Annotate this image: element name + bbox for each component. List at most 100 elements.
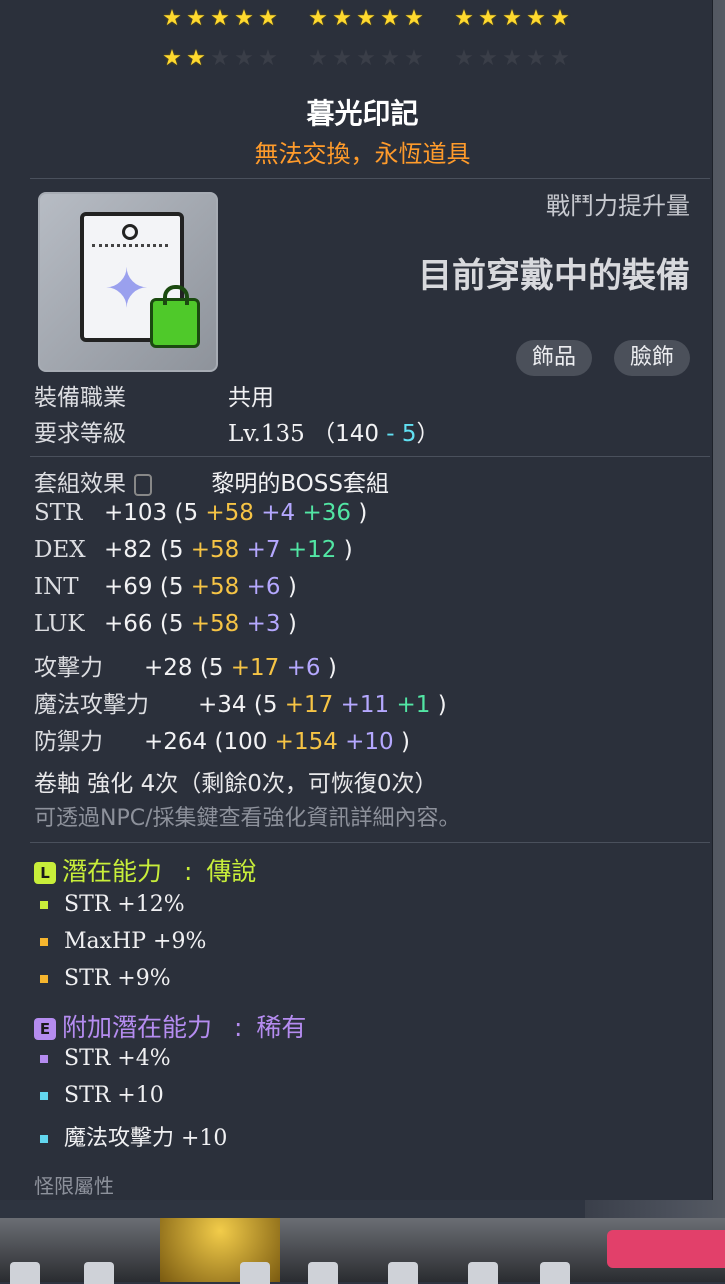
hud-button[interactable] [10,1262,40,1284]
star-filled-icon: ★ [210,6,230,31]
divider [30,178,710,179]
star-filled-icon: ★ [162,46,182,71]
stat-bonus: +6 [286,655,328,681]
potential-line: STR +10 [40,1083,164,1108]
star-group: ★ ★ ★ ★ ★ [306,8,426,30]
stat-total: +28 [144,655,200,681]
stat-bonus: +6 [246,574,288,600]
potential-line: 魔法攻擊力 +10 [40,1120,227,1152]
trade-note: 無法交換，永恆道具 [254,140,471,168]
divider [30,456,710,457]
star-filled-icon: ★ [404,6,424,31]
potential-line-text: STR +10 [64,1083,164,1108]
level-row: 要求等級 Lv.135 （140 - 5） [34,414,440,448]
bullet-icon [40,975,48,983]
potential-line-text: STR +12% [64,892,185,917]
potential-line: STR +4% [40,1046,171,1071]
item-icon-frame: ✦ [38,192,218,372]
combat-power-label: 戰鬥力提升量 [546,192,690,220]
bullet-icon [40,901,48,909]
stat-bonus: +11 [340,692,397,718]
legendary-badge-icon: L [34,862,56,884]
stat-name: 攻擊力 [34,655,103,681]
star-filled-icon: ★ [454,6,474,31]
scroll-hint: 可透過NPC/採集鍵查看強化資訊詳細內容。 [34,806,461,831]
item-tooltip: ★ ★ ★ ★ ★ ★ ★ ★ ★ ★ ★ ★ ★ ★ ★ ★ ★ ★ ★ ★ ★ ★ ★ ★ ★ ★ ★ ★ ★ ★ 暮光印記 無法交… [0,0,713,1200]
hud-button[interactable] [468,1262,498,1284]
star-group: ★ ★ ★ ★ ★ [160,48,280,70]
bullet-icon [40,1135,48,1143]
star-empty-icon: ★ [210,46,230,71]
stat-base: (5 [174,500,206,526]
stat-base: (5 [199,655,231,681]
hud-button[interactable] [540,1262,570,1284]
stat-base: (5 [159,574,191,600]
star-filled-icon: ★ [356,6,376,31]
hud-button[interactable] [308,1262,338,1284]
stat-row: INT +69 (5 +58 +6 ) [34,574,297,600]
stat-total: +264 [144,729,215,755]
bullet-icon [40,1055,48,1063]
star-empty-icon: ★ [332,46,352,71]
job-value: 共用 [228,385,274,411]
potential-line-text: STR +9% [64,966,171,991]
star-group: ★ ★ ★ ★ ★ [452,48,572,70]
stat-bonus: +58 [205,500,262,526]
epic-badge-icon: E [34,1018,56,1040]
potential-grade: 傳說 [206,857,257,886]
stat-bonus: +58 [190,611,247,637]
set-effect-value: 黎明的BOSS套組 [211,471,389,497]
stat-base: (5 [159,537,191,563]
star-filled-icon: ★ [186,46,206,71]
potential-line: STR +12% [40,892,185,917]
stat-bonus: +58 [190,537,247,563]
star-filled-icon: ★ [258,6,278,31]
stat-total: +103 [104,500,175,526]
star-filled-icon: ★ [478,6,498,31]
stat-row: 防禦力 +264 (100 +154 +10 ) [34,722,410,756]
hud-button[interactable] [84,1262,114,1284]
bullet-icon [40,1092,48,1100]
potential-line-text: STR +4% [64,1046,171,1071]
stat-name: INT [34,574,79,600]
stat-bonus: +1 [396,692,438,718]
potential-line: MaxHP +9% [40,929,206,954]
potential-label: 潛在能力 [62,857,163,886]
hud-button[interactable] [240,1262,270,1284]
star-filled-icon: ★ [162,6,182,31]
cutoff-text: 怪限屬性 [34,1174,114,1198]
hud-button[interactable] [388,1262,418,1284]
star-filled-icon: ★ [308,6,328,31]
star-empty-icon: ★ [478,46,498,71]
stat-total: +66 [104,611,160,637]
lock-icon [150,285,200,348]
star-empty-icon: ★ [258,46,278,71]
star-filled-icon: ★ [380,6,400,31]
set-effect-label: 套組效果 [34,471,126,497]
stat-name: STR [34,500,83,526]
star-filled-icon: ★ [332,6,352,31]
star-empty-icon: ★ [404,46,424,71]
potential-header: L 潛在能力 : 傳說 [34,852,256,888]
potential-line-text: MaxHP +9% [64,929,207,954]
additional-potential-label: 附加潛在能力 [62,1013,213,1042]
star-empty-icon: ★ [308,46,328,71]
additional-potential-header: E 附加潛在能力 : 稀有 [34,1008,306,1044]
stat-bonus: +3 [246,611,288,637]
star-empty-icon: ★ [526,46,546,71]
stat-row: LUK +66 (5 +58 +3 ) [34,611,297,637]
scroll-info: 卷軸 強化 4次（剩餘0次，可恢復0次） [34,771,438,797]
star-filled-icon: ★ [550,6,570,31]
star-empty-icon: ★ [356,46,376,71]
equipped-label: 目前穿戴中的裝備 [418,256,690,296]
item-name: 暮光印記 [306,97,419,130]
stat-row: STR +103 (5 +58 +4 +36 ) [34,500,368,526]
additional-potential-grade: 稀有 [256,1013,307,1042]
stat-bonus: +58 [190,574,247,600]
potential-line: STR +9% [40,966,171,991]
star-force-row-2: ★ ★ ★ ★ ★ ★ ★ ★ ★ ★ ★ ★ ★ ★ ★ [160,48,598,70]
star-group: ★ ★ ★ ★ ★ [160,8,280,30]
stat-total: +82 [104,537,160,563]
stat-base: (5 [159,611,191,637]
star-empty-icon: ★ [454,46,474,71]
